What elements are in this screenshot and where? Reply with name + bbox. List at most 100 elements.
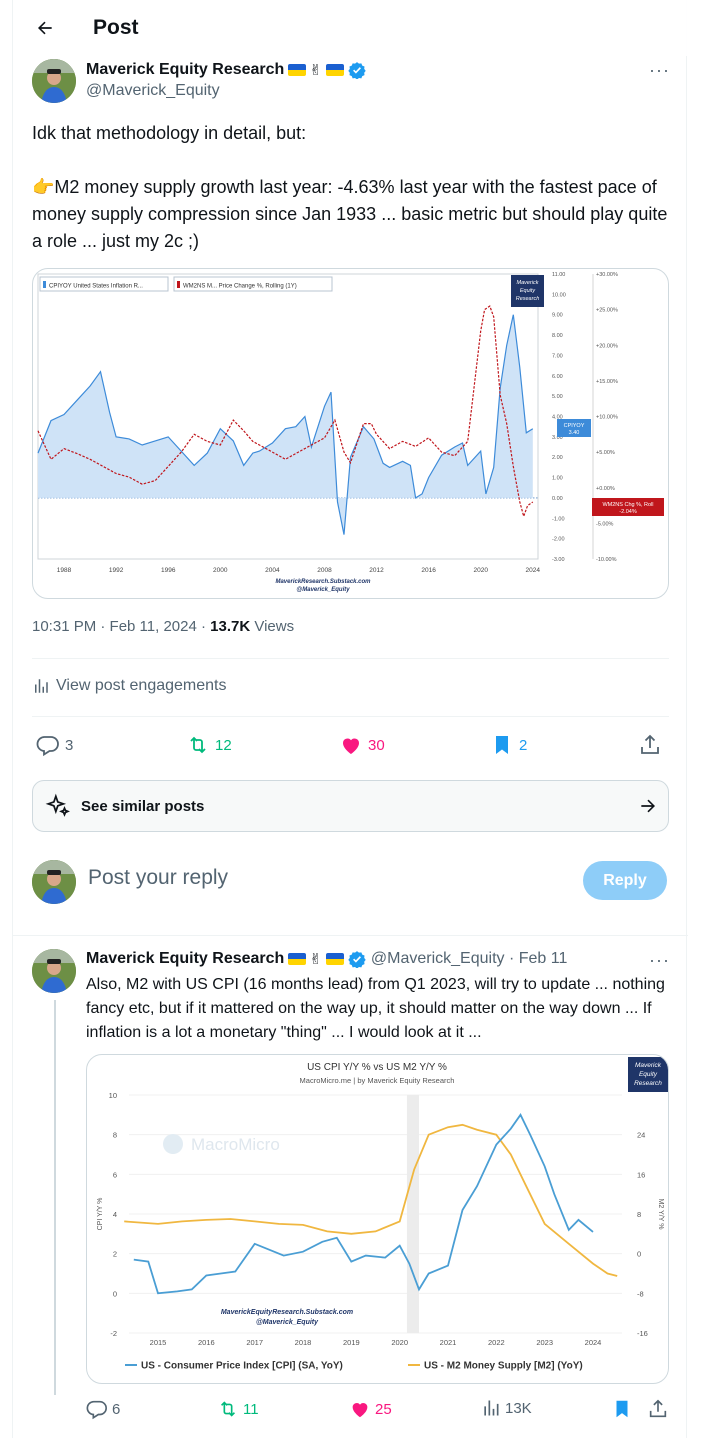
- reply-author-name[interactable]: Maverick Equity Research: [86, 950, 284, 968]
- y-tick-label: 8.00: [552, 333, 563, 339]
- back-button[interactable]: [27, 10, 63, 46]
- x-tick-label: 2024: [526, 567, 541, 574]
- share-action[interactable]: [638, 733, 662, 757]
- m2-value-tag-label: WM2NS Chg %, Roll: [602, 502, 653, 508]
- x-tick-label: 2019: [343, 1338, 360, 1347]
- reply-reply-action[interactable]: 6: [86, 1398, 120, 1420]
- reply-share-action[interactable]: [647, 1398, 669, 1420]
- y2-tick-label: -10.00%: [596, 557, 617, 563]
- y-tick-label: 5.00: [552, 394, 563, 400]
- reply-like-count: 25: [375, 1400, 392, 1418]
- more-options-icon[interactable]: ···: [649, 60, 670, 81]
- y2-tick-label: +15.00%: [596, 379, 618, 385]
- more-options-icon[interactable]: ···: [649, 950, 670, 971]
- arrow-left-icon: [38, 21, 52, 35]
- y-tick-label: 2: [113, 1250, 117, 1259]
- y-tick-label: -1.00: [552, 516, 565, 522]
- reply-reply-count: 6: [112, 1400, 121, 1418]
- reply-input[interactable]: Post your reply: [88, 866, 228, 890]
- peace-hand-icon: ✌: [309, 951, 322, 968]
- reply-action[interactable]: 3: [36, 733, 73, 757]
- page-title: Post: [93, 16, 139, 39]
- reply-button[interactable]: Reply: [583, 861, 667, 900]
- y-tick-label: 0.00: [552, 496, 563, 502]
- y2-tick-label: -16: [637, 1329, 648, 1338]
- post-metadata: 10:31 PM · Feb 11, 2024 · 13.7K Views: [32, 618, 294, 635]
- x-tick-label: 1996: [161, 567, 176, 574]
- x-tick-label: 2017: [246, 1338, 263, 1347]
- brand-badge-text: Equity: [520, 288, 537, 294]
- reply-icon: [36, 736, 59, 757]
- x-tick-label: 1992: [109, 567, 124, 574]
- legend-entry: WM2NS M... Price Change %, Rolling (1Y): [183, 284, 297, 290]
- analytics-icon: [35, 679, 48, 693]
- reply-bookmark-action[interactable]: [611, 1398, 633, 1420]
- reply-handle-date[interactable]: @Maverick_Equity · Feb 11: [371, 950, 567, 968]
- y-tick-label: 11.00: [552, 272, 565, 278]
- brand-badge-text: Equity: [639, 1071, 658, 1078]
- post-text: Idk that methodology in detail, but: 👉M2…: [32, 120, 672, 255]
- reply-view-count: 13K: [505, 1399, 532, 1417]
- y2-tick-label: -8: [637, 1289, 644, 1298]
- like-action[interactable]: 30: [339, 733, 385, 757]
- y-axis-label: CPI Y/Y %: [97, 1198, 104, 1231]
- view-count: 13.7K: [210, 618, 251, 635]
- post-timestamp[interactable]: 10:31 PM · Feb 11, 2024 ·: [32, 618, 210, 635]
- post-text-line1: Idk that methodology in detail, but:: [32, 123, 307, 143]
- arrow-right-icon: [641, 799, 655, 813]
- x-tick-label: 2016: [421, 567, 436, 574]
- repost-count: 12: [215, 736, 232, 754]
- x-tick-label: 2008: [317, 567, 332, 574]
- y2-tick-label: 8: [637, 1210, 641, 1219]
- avatar-image: [32, 59, 76, 103]
- y2-tick-label: +5.00%: [596, 450, 615, 456]
- divider: [32, 716, 669, 717]
- reply-repost-count: 11: [243, 1400, 259, 1418]
- x-tick-label: 2020: [391, 1338, 408, 1347]
- y-tick-label: 10: [109, 1091, 117, 1100]
- cpi-value-tag-label: CPIYOY: [564, 423, 585, 429]
- x-tick-label: 2016: [198, 1338, 215, 1347]
- y-tick-label: 6.00: [552, 374, 563, 380]
- y2-tick-label: +30.00%: [596, 272, 618, 278]
- reply-like-action[interactable]: 25: [349, 1398, 392, 1420]
- reply-count: 3: [65, 736, 74, 754]
- divider: [32, 658, 669, 659]
- legend-swatch: [177, 281, 180, 288]
- brand-badge-text: Research: [634, 1080, 662, 1087]
- y2-tick-label: 16: [637, 1170, 645, 1179]
- brand-badge-text: Maverick: [635, 1062, 662, 1069]
- my-avatar[interactable]: [32, 860, 76, 904]
- bookmark-filled-icon: [616, 1400, 628, 1418]
- avatar-image: [32, 860, 76, 904]
- verified-badge-icon: [348, 951, 366, 968]
- share-icon: [641, 734, 659, 754]
- timeline-column: Post Maverick Equity Research ✌ @Maveric…: [12, 0, 688, 1438]
- verified-badge-icon: [348, 62, 366, 79]
- legend-entry: US - Consumer Price Index [CPI] (SA, YoY…: [141, 1361, 343, 1372]
- heart-filled-icon: [343, 738, 359, 754]
- avatar-image: [32, 949, 76, 993]
- bookmark-action[interactable]: 2: [490, 733, 527, 757]
- like-count: 30: [368, 736, 385, 754]
- chart-title: US CPI Y/Y % vs US M2 Y/Y %: [307, 1062, 447, 1073]
- x-tick-label: 2000: [213, 567, 228, 574]
- author-name[interactable]: Maverick Equity Research: [86, 61, 284, 79]
- avatar[interactable]: [32, 59, 76, 103]
- reply-avatar[interactable]: [32, 949, 76, 993]
- reply-repost-action[interactable]: 11: [217, 1398, 259, 1420]
- see-similar-posts-button[interactable]: See similar posts: [32, 780, 669, 832]
- reply-text: Also, M2 with US CPI (16 months lead) fr…: [86, 976, 665, 1041]
- reply-media-chart[interactable]: US CPI Y/Y % vs US M2 Y/Y % MacroMicro.me…: [86, 1054, 669, 1384]
- reply-views-action[interactable]: 13K: [481, 1398, 532, 1418]
- author-handle[interactable]: @Maverick_Equity: [86, 82, 366, 100]
- chart-subtitle: MacroMicro.me | by Maverick Equity Resea…: [300, 1076, 455, 1085]
- y-tick-label: 7.00: [552, 353, 563, 359]
- repost-action[interactable]: 12: [186, 733, 232, 757]
- share-icon: [649, 1399, 667, 1418]
- post-media-chart[interactable]: CPIYOY United States Inflation R... WM2NS…: [32, 268, 669, 599]
- legend-entry: US - M2 Money Supply [M2] (YoY): [424, 1361, 583, 1372]
- macromicro-logo-icon: [163, 1134, 183, 1154]
- view-engagements-link[interactable]: View post engagements: [32, 677, 226, 695]
- y-tick-label: 2.00: [552, 455, 563, 461]
